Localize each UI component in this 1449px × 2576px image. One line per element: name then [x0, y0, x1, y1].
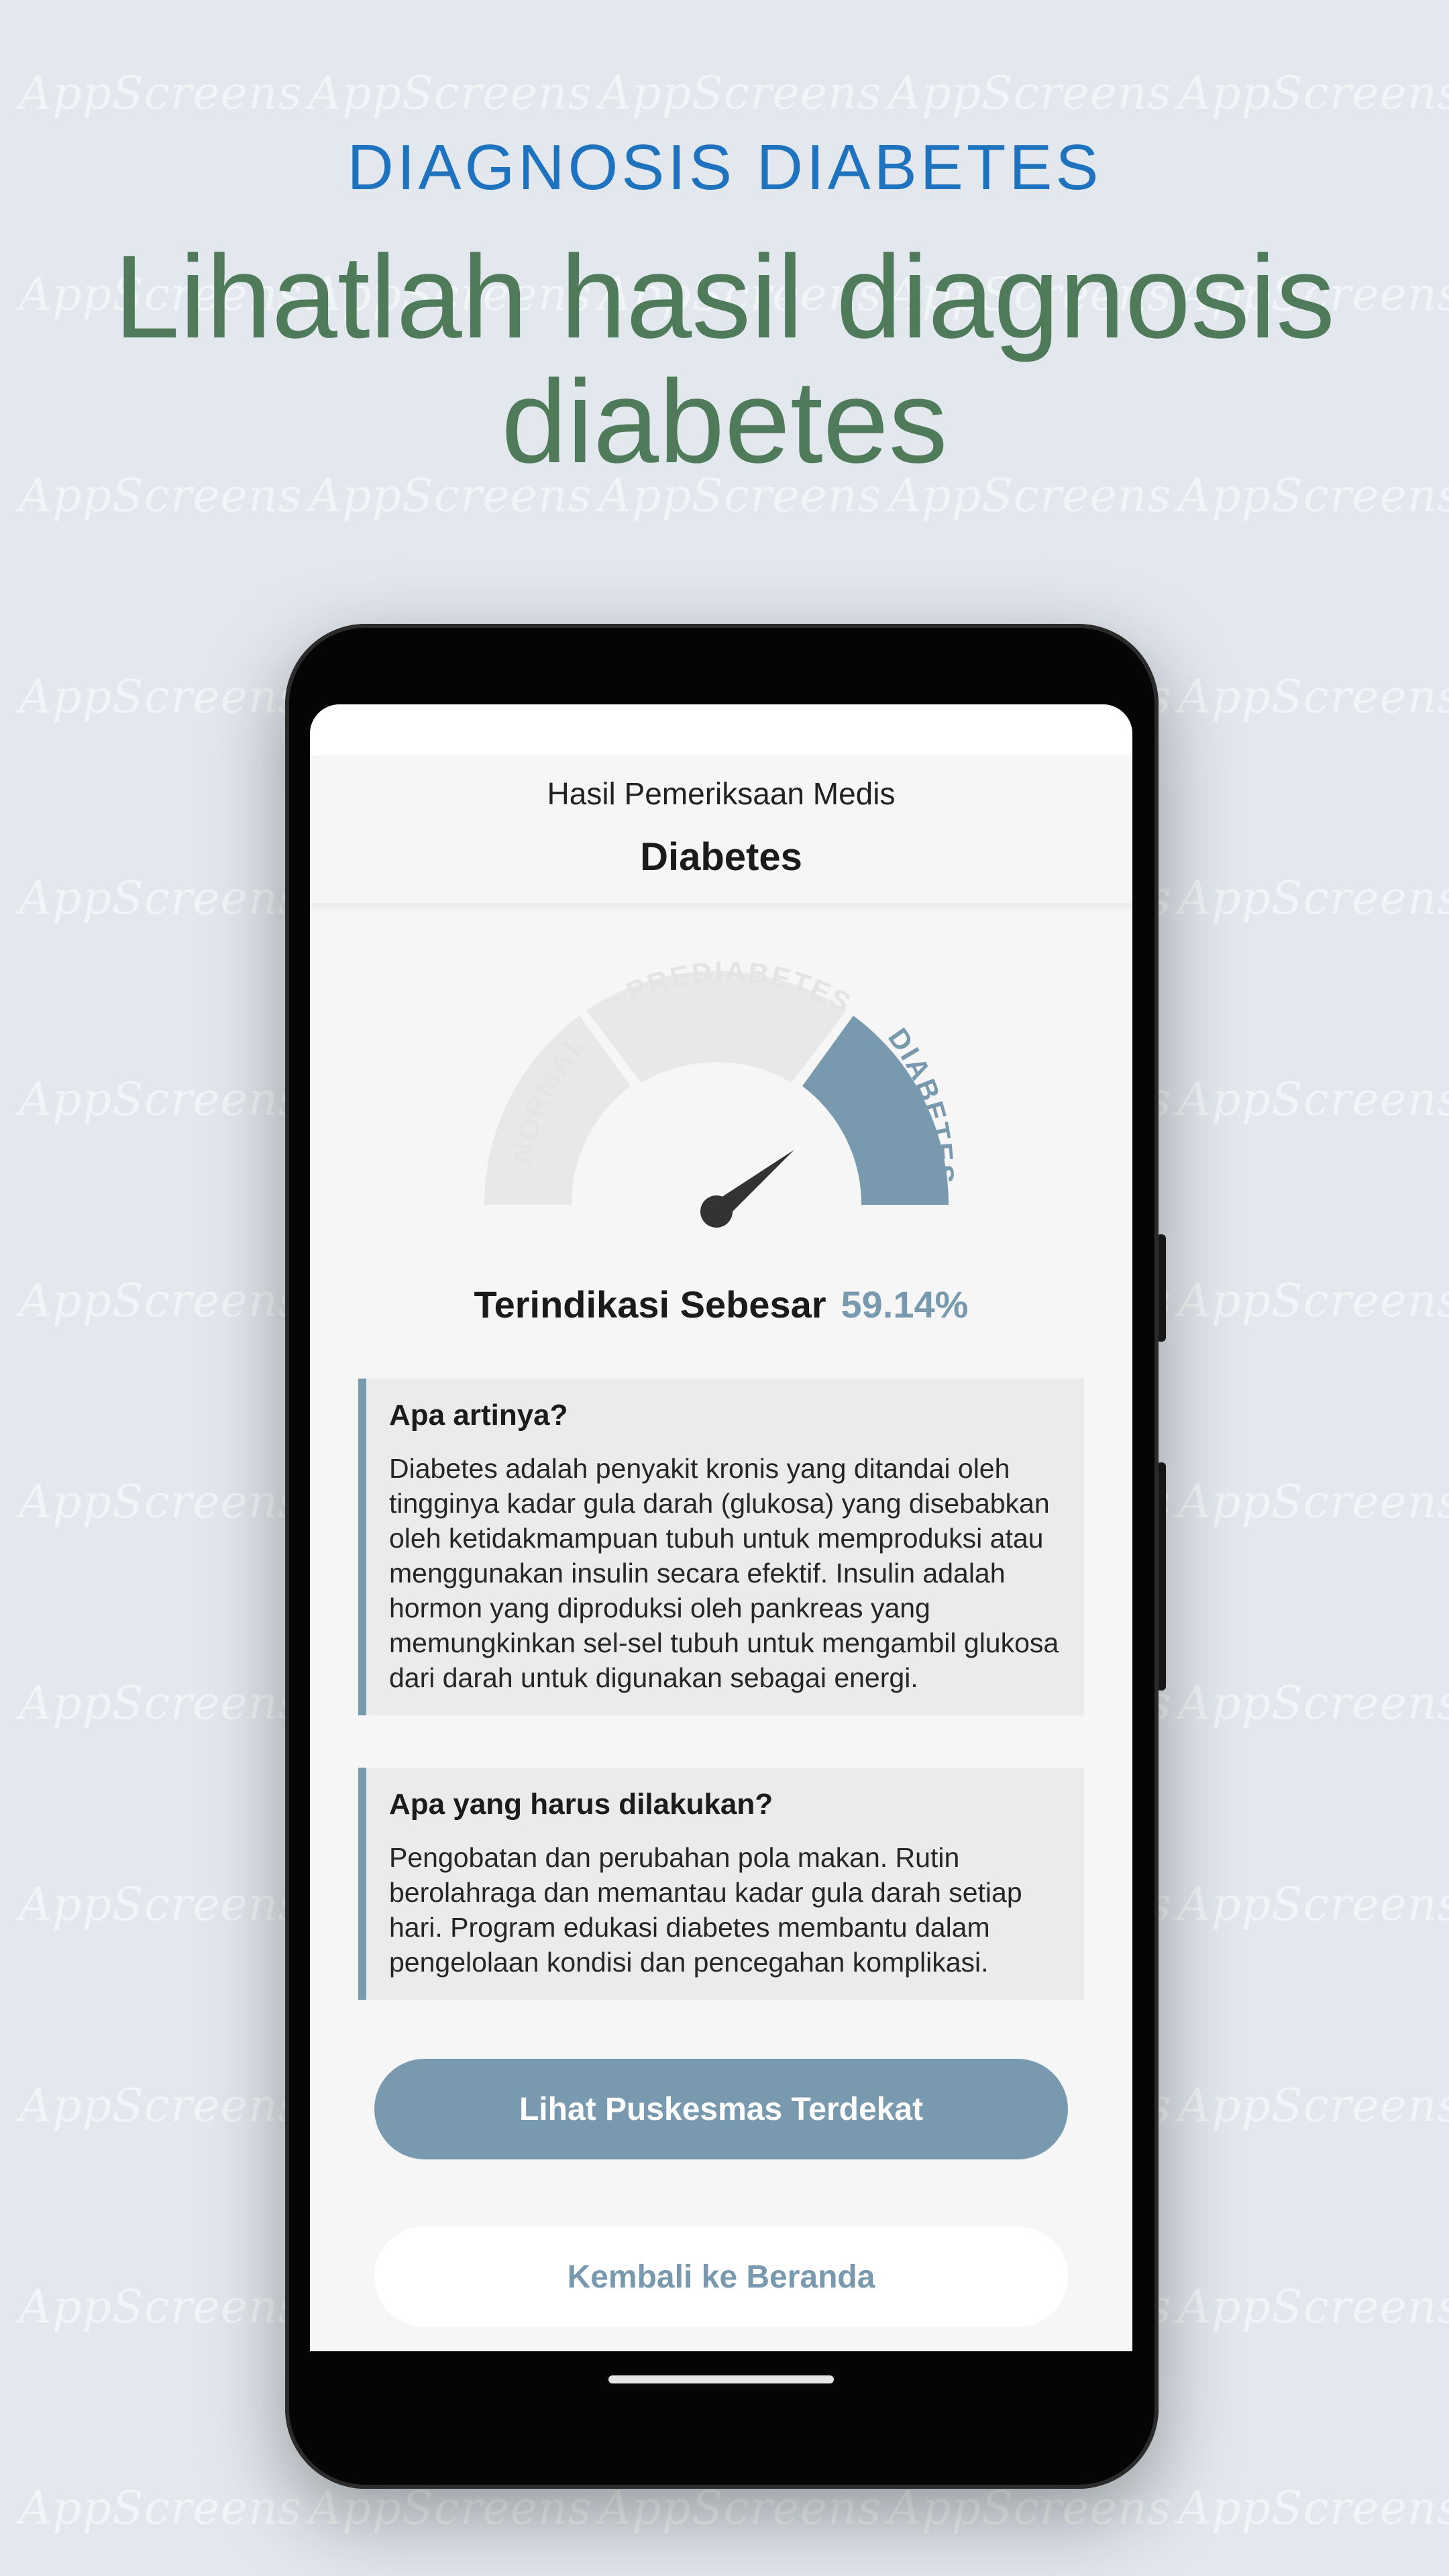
watermark: AppScreens	[1178, 1878, 1449, 1931]
watermark: AppScreens	[1178, 872, 1449, 925]
indication-value: 59.14%	[841, 1283, 969, 1326]
watermark: AppScreens	[19, 1476, 303, 1529]
watermark: AppScreens	[1178, 2482, 1449, 2535]
watermark: AppScreens	[1178, 1476, 1449, 1529]
indication-label: Terindikasi Sebesar	[474, 1283, 826, 1326]
result-header: Hasil Pemeriksaan Medis Diabetes	[310, 755, 1132, 903]
watermark: AppScreens	[1178, 1073, 1449, 1126]
header-title: Diabetes	[640, 835, 802, 879]
watermark: AppScreens	[1178, 1677, 1449, 1730]
promo-title-line-1: Lihatlah hasil diagnosis	[114, 231, 1335, 363]
watermark: AppScreens	[19, 2482, 303, 2535]
back-to-home-button[interactable]: Kembali ke Beranda	[374, 2226, 1068, 2327]
watermark: AppScreens	[1178, 671, 1449, 724]
info-card-title: Apa yang harus dilakukan?	[389, 1788, 773, 1821]
info-card-action: Apa yang harus dilakukan? Pengobatan dan…	[358, 1768, 1084, 2000]
watermark: AppScreens	[19, 1878, 303, 1931]
watermark: AppScreens	[598, 67, 882, 120]
watermark: AppScreens	[888, 67, 1172, 120]
watermark: AppScreens	[19, 2281, 303, 2334]
promo-kicker: DIAGNOSIS DIABETES	[347, 131, 1102, 203]
info-card-body: Diabetes adalah penyakit kronis yang dit…	[389, 1453, 1059, 1693]
watermark-row: AppScreens AppScreens AppScreens AppScre…	[0, 67, 1449, 127]
watermark: AppScreens	[598, 2482, 882, 2535]
indication-summary: Terindikasi Sebesar 59.14%	[310, 1283, 1132, 1326]
watermark: AppScreens	[309, 2482, 592, 2535]
info-card-meaning: Apa artinya? Diabetes adalah penyakit kr…	[358, 1379, 1084, 1715]
watermark: AppScreens	[1178, 67, 1449, 120]
watermark: AppScreens	[1178, 2080, 1449, 2133]
gauge-needle	[700, 1150, 794, 1228]
watermark: AppScreens	[888, 2482, 1172, 2535]
watermark: AppScreens	[1178, 2281, 1449, 2334]
watermark: AppScreens	[309, 67, 592, 120]
watermark: AppScreens	[19, 67, 303, 120]
watermark: AppScreens	[19, 1677, 303, 1730]
watermark: AppScreens	[19, 872, 303, 925]
app-screen: Hasil Pemeriksaan Medis Diabetes NORMAL …	[310, 704, 1132, 2351]
watermark: AppScreens	[19, 1073, 303, 1126]
status-area	[310, 704, 1132, 755]
watermark: AppScreens	[19, 2080, 303, 2133]
watermark: AppScreens	[1178, 1275, 1449, 1328]
header-subtitle: Hasil Pemeriksaan Medis	[547, 776, 896, 811]
navigation-bar	[310, 2351, 1132, 2432]
info-card-title: Apa artinya?	[389, 1399, 568, 1432]
promo-title: Lihatlah hasil diagnosis diabetes	[0, 235, 1449, 484]
gauge-segment-normal	[484, 1016, 631, 1205]
nearest-puskesmas-button[interactable]: Lihat Puskesmas Terdekat	[374, 2059, 1068, 2159]
watermark-row: AppScreens AppScreens AppScreens AppScre…	[0, 2482, 1449, 2542]
gauge-graphic: NORMAL PREDIABETES DIABETES	[484, 955, 958, 1228]
info-card-body: Pengobatan dan perubahan pola makan. Rut…	[389, 1842, 1022, 1978]
watermark: AppScreens	[19, 671, 303, 724]
promo-title-line-2: diabetes	[501, 356, 948, 488]
diagnosis-gauge: NORMAL PREDIABETES DIABETES	[310, 903, 1132, 1279]
home-indicator[interactable]	[608, 2375, 834, 2383]
watermark: AppScreens	[19, 1275, 303, 1328]
